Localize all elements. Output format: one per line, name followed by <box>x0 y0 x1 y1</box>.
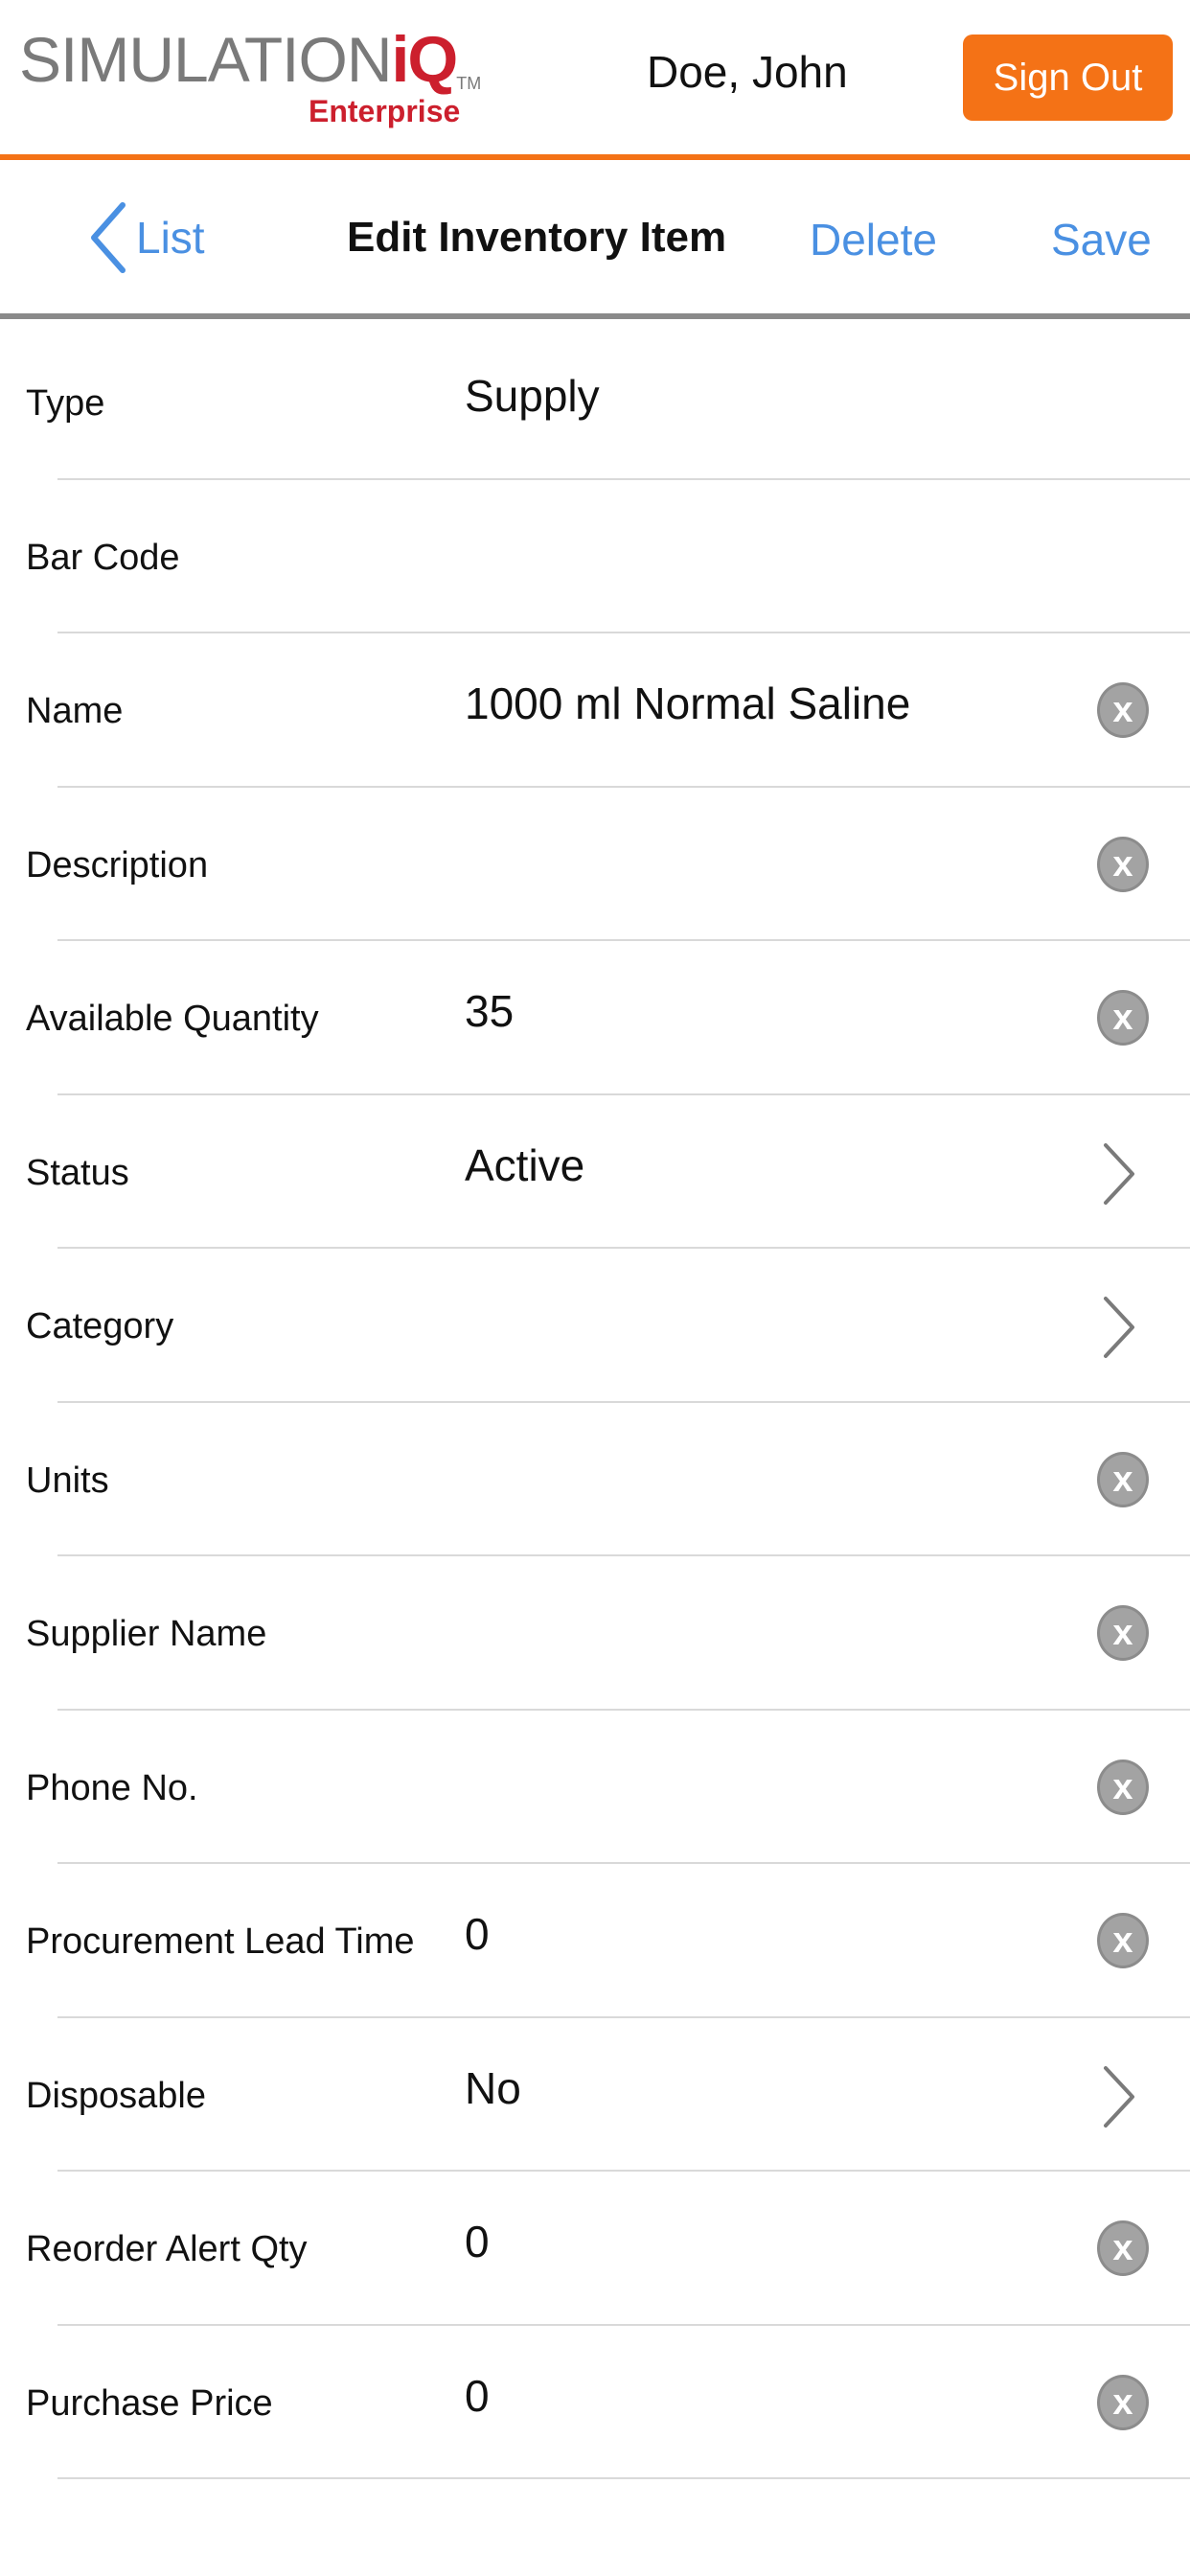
field-label-category: Category <box>26 1306 174 1346</box>
sign-out-button[interactable]: Sign Out <box>963 34 1173 121</box>
clear-procurement-lead-time-icon[interactable]: x <box>1097 1913 1149 1968</box>
field-label-supplier-name: Supplier Name <box>26 1614 267 1654</box>
clear-phone-no-icon[interactable]: x <box>1097 1759 1149 1815</box>
chevron-right-icon <box>1104 2065 1134 2128</box>
field-label-status: Status <box>26 1152 129 1193</box>
app-header: SIMULATIONiQTM Enterprise Doe, John Sign… <box>0 0 1190 155</box>
user-name: Doe, John <box>647 47 848 97</box>
form-row-bar-code[interactable]: Bar Code <box>0 480 1190 634</box>
field-value-type: Supply <box>465 371 600 421</box>
field-label-reorder-alert-qty: Reorder Alert Qty <box>26 2229 308 2269</box>
nav-bar: List Edit Inventory Item Delete Save <box>0 160 1190 313</box>
logo-subtitle: Enterprise <box>309 94 461 128</box>
chevron-right-icon <box>1104 1297 1134 1358</box>
form-row-name[interactable]: Name 1000 ml Normal Saline x <box>0 633 1190 788</box>
form-row-type[interactable]: Type Supply <box>0 326 1190 480</box>
clear-description-icon[interactable]: x <box>1097 836 1149 892</box>
field-label-description: Description <box>26 844 209 886</box>
available-quantity-field[interactable]: 35 <box>465 985 1040 1037</box>
clear-supplier-name-icon[interactable]: x <box>1097 1605 1149 1661</box>
chevron-right-icon <box>1104 1142 1134 1205</box>
field-label-type: Type <box>26 383 105 424</box>
disposable-value: No <box>465 2062 521 2113</box>
purchase-price-field[interactable]: 0 <box>465 2370 1040 2422</box>
clear-purchase-price-icon[interactable]: x <box>1097 2374 1149 2430</box>
form-row-available-quantity[interactable]: Available Quantity 35 x <box>0 941 1190 1095</box>
field-label-units: Units <box>26 1460 109 1501</box>
reorder-alert-qty-field[interactable]: 0 <box>465 2216 1040 2267</box>
field-label-procurement-lead-time: Procurement Lead Time <box>26 1921 415 1962</box>
form-row-reorder-alert-qty[interactable]: Reorder Alert Qty 0 x <box>0 2172 1190 2326</box>
field-label-bar-code: Bar Code <box>26 537 180 578</box>
simulation-iq-logo: SIMULATIONiQTM Enterprise <box>19 27 481 132</box>
form-row-units[interactable]: Units x <box>0 1403 1190 1557</box>
form-row-procurement-lead-time[interactable]: Procurement Lead Time 0 x <box>0 1864 1190 2018</box>
clear-name-icon[interactable]: x <box>1097 682 1149 738</box>
field-label-available-quantity: Available Quantity <box>26 999 319 1039</box>
nav-divider <box>0 313 1190 319</box>
inventory-item-form: Type Supply Bar Code Name 1000 ml Normal… <box>0 326 1190 2479</box>
clear-units-icon[interactable]: x <box>1097 1451 1149 1507</box>
clear-reorder-alert-qty-icon[interactable]: x <box>1097 2220 1149 2276</box>
name-field[interactable]: 1000 ml Normal Saline <box>465 678 1040 729</box>
field-label-purchase-price: Purchase Price <box>26 2382 273 2424</box>
form-row-status[interactable]: Status Active <box>0 1095 1190 1250</box>
form-row-phone-no[interactable]: Phone No. x <box>0 1711 1190 1865</box>
page-title: Edit Inventory Item <box>347 214 727 261</box>
form-row-supplier-name[interactable]: Supplier Name x <box>0 1556 1190 1711</box>
status-value: Active <box>465 1139 585 1190</box>
logo-trademark: TM <box>456 74 482 93</box>
delete-button[interactable]: Delete <box>810 214 937 265</box>
logo-iq: iQ <box>391 23 458 96</box>
field-label-phone-no: Phone No. <box>26 1767 198 1808</box>
form-row-description[interactable]: Description x <box>0 788 1190 942</box>
back-button[interactable]: List <box>88 202 205 273</box>
clear-available-quantity-icon[interactable]: x <box>1097 990 1149 1046</box>
procurement-lead-time-field[interactable]: 0 <box>465 1908 1040 1960</box>
back-button-label: List <box>136 213 205 263</box>
logo-word: SIMULATION <box>19 24 392 95</box>
form-row-purchase-price[interactable]: Purchase Price 0 x <box>0 2326 1190 2480</box>
field-label-name: Name <box>26 691 124 731</box>
form-row-disposable[interactable]: Disposable No <box>0 2018 1190 2173</box>
logo-wordmark: SIMULATIONiQTM <box>19 27 481 92</box>
chevron-left-icon <box>91 202 126 273</box>
save-button[interactable]: Save <box>1051 214 1152 265</box>
field-label-disposable: Disposable <box>26 2075 206 2116</box>
form-row-category[interactable]: Category <box>0 1249 1190 1403</box>
